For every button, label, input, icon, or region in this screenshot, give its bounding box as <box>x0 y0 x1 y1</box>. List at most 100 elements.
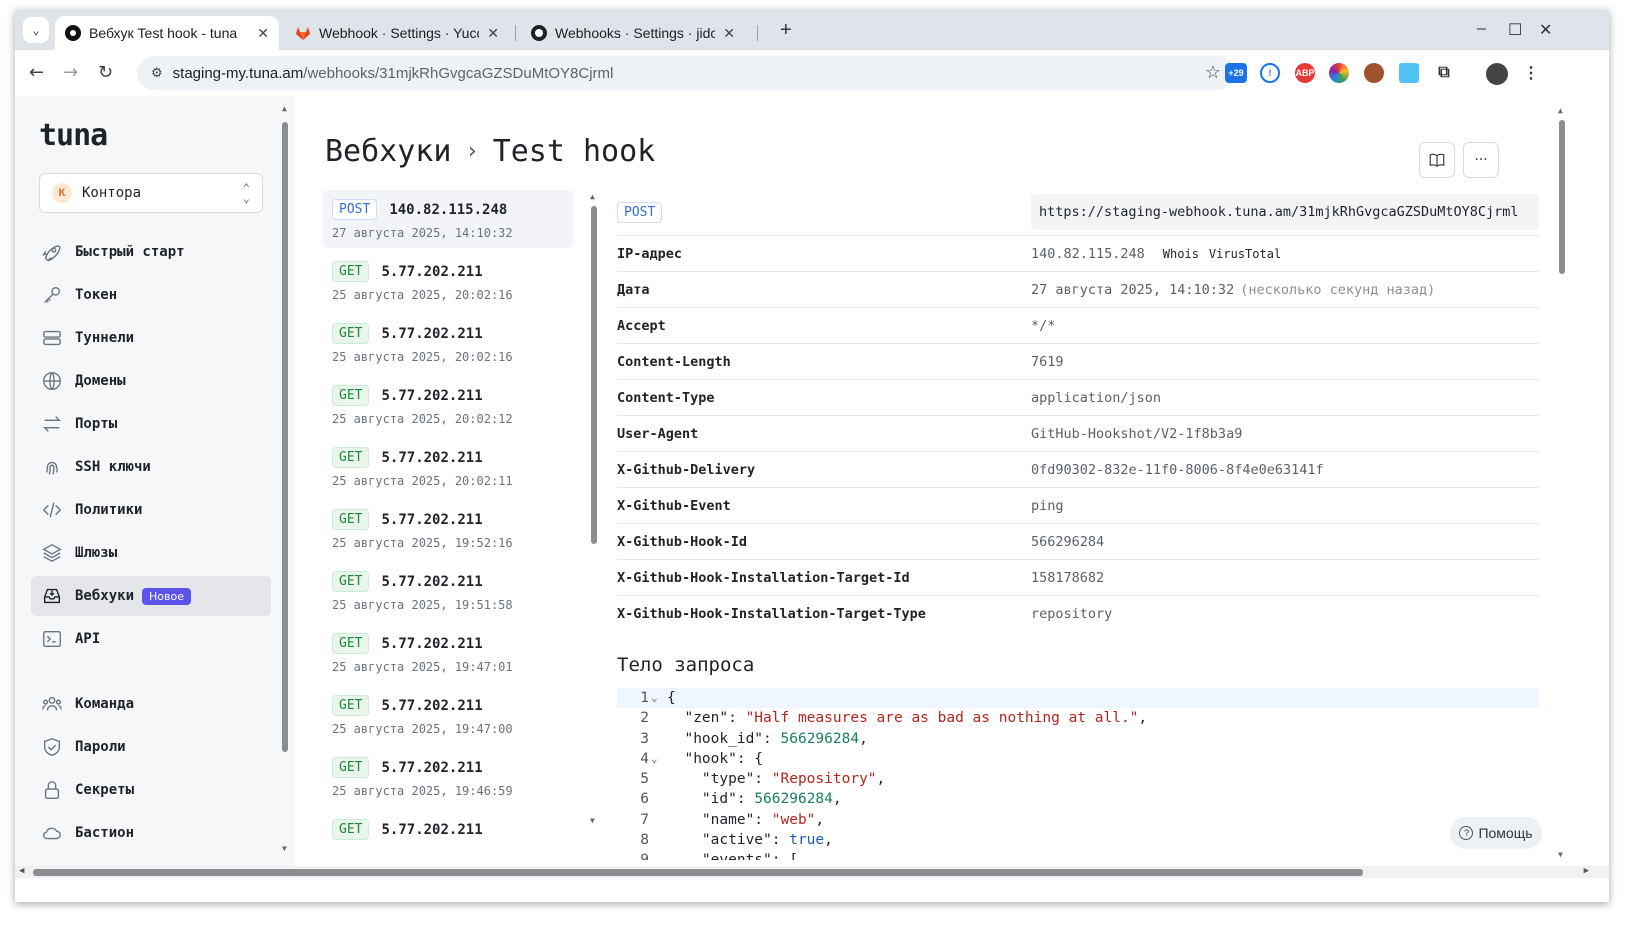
forward-icon[interactable]: → <box>63 62 78 83</box>
request-ip: 5.77.202.211 <box>381 573 483 590</box>
sidebar-item-ports[interactable]: Порты <box>31 404 271 444</box>
method-badge: GET <box>332 323 370 344</box>
request-item[interactable]: GET 5.77.202.211 25 августа 2025, 19:47:0… <box>323 686 573 748</box>
virustotal-link[interactable]: VirusTotal <box>1209 247 1281 261</box>
sidebar-item-webhooks[interactable]: Вебхуки Новое <box>31 576 271 616</box>
request-item[interactable]: GET 5.77.202.211 25 августа 2025, 20:02:1… <box>323 438 573 500</box>
browser-tab-3[interactable]: Webhooks · Settings · jidckii ✕ <box>521 16 745 50</box>
request-list-scrollbar[interactable]: ▲ ▼ <box>589 192 599 832</box>
logo[interactable]: tuna <box>39 118 108 153</box>
sidebar-scrollbar[interactable]: ▲ ▼ <box>281 104 289 853</box>
method-badge: GET <box>332 447 370 468</box>
request-item[interactable]: GET 5.77.202.211 25 августа 2025, 19:46:5… <box>323 748 573 810</box>
window-close-icon[interactable]: ✕ <box>1539 20 1552 40</box>
request-item[interactable]: GET 5.77.202.211 25 августа 2025, 19:52:1… <box>323 500 573 562</box>
code-line: 8 "active": true, <box>617 830 1539 850</box>
request-item[interactable]: GET 5.77.202.211 25 августа 2025, 20:02:1… <box>323 376 573 438</box>
code-icon <box>41 499 63 521</box>
whois-link[interactable]: Whois <box>1163 247 1199 261</box>
close-icon[interactable]: ✕ <box>257 25 269 42</box>
cookie-extension-icon[interactable] <box>1364 63 1384 83</box>
line-number: 5 <box>640 771 649 788</box>
detail-key: Дата <box>617 281 650 298</box>
detail-key: IP-адрес <box>617 245 683 262</box>
sidebar-item-ssh[interactable]: SSH ключи <box>31 447 271 487</box>
request-item[interactable]: GET 5.77.202.211 25 августа 2025, 20:02:1… <box>323 252 573 314</box>
horizontal-scrollbar[interactable]: ◀ ▶ <box>15 866 1609 878</box>
request-detail: POST https://staging-webhook.tuna.am/31m… <box>617 188 1539 860</box>
main-scrollbar[interactable]: ▲ ▼ <box>1557 106 1567 866</box>
reload-icon[interactable]: ↻ <box>98 62 113 83</box>
code-token: true <box>789 832 825 849</box>
request-item[interactable]: GET 5.77.202.211 25 августа 2025, 20:02:1… <box>323 314 573 376</box>
line-number: 2 <box>640 710 649 727</box>
sidebar-item-label: Вебхуки <box>75 588 135 604</box>
browser-tab-2[interactable]: Webhook · Settings · Yucca ✕ <box>285 16 509 50</box>
layers-icon <box>41 542 63 564</box>
method-badge: GET <box>332 509 370 530</box>
sidebar-item-label: Пароли <box>75 739 126 755</box>
request-ip: 5.77.202.211 <box>381 511 483 528</box>
maximize-icon[interactable]: ☐ <box>1508 20 1522 40</box>
chevron-updown-icon: ⌃ ⌄ <box>242 181 250 205</box>
profile-avatar[interactable] <box>1486 63 1508 85</box>
request-item[interactable]: GET 5.77.202.211 25 августа 2025, 19:47:0… <box>323 624 573 686</box>
close-icon[interactable]: ✕ <box>723 25 735 42</box>
detail-value: GitHub-Hookshot/V2-1f8b3a9 <box>1031 425 1243 442</box>
book-icon <box>1429 153 1445 168</box>
breadcrumb-webhooks[interactable]: Вебхуки <box>325 134 451 169</box>
json-code-viewer[interactable]: 1 ⌄{2 "zen": "Half measures are as bad as… <box>617 688 1539 860</box>
request-item[interactable]: POST 140.82.115.248 27 августа 2025, 14:… <box>323 190 573 248</box>
sidebar-item-domains[interactable]: Домены <box>31 361 271 401</box>
fingerprint-icon <box>41 456 63 478</box>
sidebar-item-bastion[interactable]: Бастион <box>31 813 271 853</box>
calendar-extension-icon[interactable]: +29 <box>1225 63 1247 83</box>
sidebar-item-quickstart[interactable]: Быстрый старт <box>31 232 271 272</box>
request-item[interactable]: GET 5.77.202.211 <box>323 810 573 840</box>
code-token: "events": [ <box>667 850 798 860</box>
request-ip: 5.77.202.211 <box>381 759 483 776</box>
request-date: 25 августа 2025, 19:47:01 <box>332 660 513 674</box>
detail-row-date: Дата 27 августа 2025, 14:10:32 (нескольк… <box>617 272 1539 308</box>
sidebar-item-secrets[interactable]: Секреты <box>31 770 271 810</box>
request-item[interactable]: GET 5.77.202.211 25 августа 2025, 19:51:5… <box>323 562 573 624</box>
line-number: 1 <box>640 690 649 706</box>
sidebar-item-policies[interactable]: Политики <box>31 490 271 530</box>
org-select[interactable]: К Контора ⌃ ⌄ <box>39 173 263 213</box>
more-button[interactable]: ··· <box>1463 142 1499 178</box>
help-button[interactable]: ? Помощь <box>1450 817 1542 849</box>
address-bar[interactable]: ⚙ staging-my.tuna.am/webhooks/31mjkRhGvg… <box>137 56 1235 90</box>
code-token: , <box>876 771 886 788</box>
webhook-url[interactable]: https://staging-webhook.tuna.am/31mjkRhG… <box>1031 193 1539 230</box>
sidebar-item-api[interactable]: API <box>31 619 271 659</box>
line-number: 4 <box>640 750 649 767</box>
color-extension-icon[interactable] <box>1329 63 1349 83</box>
fold-toggle-icon[interactable]: ⌄ <box>651 749 667 769</box>
new-tab-button[interactable]: + <box>780 19 792 42</box>
menu-kebab-icon[interactable]: ⋮ <box>1521 63 1541 83</box>
sidebar-item-team[interactable]: Команда <box>31 684 271 724</box>
docs-button[interactable] <box>1419 142 1455 178</box>
bookmark-star-icon[interactable]: ☆ <box>1205 62 1221 83</box>
fold-toggle-icon[interactable]: ⌄ <box>651 850 667 860</box>
tab-search-button[interactable]: ⌄ <box>23 17 49 43</box>
sidebar-item-token[interactable]: Токен <box>31 275 271 315</box>
sidebar-item-gateways[interactable]: Шлюзы <box>31 533 271 573</box>
adblock-extension-icon[interactable]: ABP <box>1295 63 1315 83</box>
code-token: , <box>859 730 868 747</box>
minimize-icon[interactable]: – <box>1477 20 1486 38</box>
close-icon[interactable]: ✕ <box>487 25 499 42</box>
back-icon[interactable]: ← <box>29 62 44 83</box>
site-info-icon[interactable]: ⚙ <box>151 65 163 81</box>
sidebar-item-tunnels[interactable]: Туннели <box>31 318 271 358</box>
sidebar-item-passwords[interactable]: Пароли <box>31 727 271 767</box>
org-name: Контора <box>82 185 142 201</box>
translate-extension-icon[interactable] <box>1399 63 1419 83</box>
request-date: 25 августа 2025, 19:51:58 <box>332 598 513 612</box>
fold-toggle-icon <box>651 810 667 830</box>
fold-toggle-icon[interactable]: ⌄ <box>651 688 667 708</box>
extensions-puzzle-icon[interactable]: ⧉ <box>1434 63 1454 83</box>
password-extension-icon[interactable]: ! <box>1260 63 1280 83</box>
detail-value: 7619 <box>1031 353 1064 370</box>
browser-tab-1[interactable]: Вебхук Test hook - tuna ✕ <box>55 16 279 50</box>
